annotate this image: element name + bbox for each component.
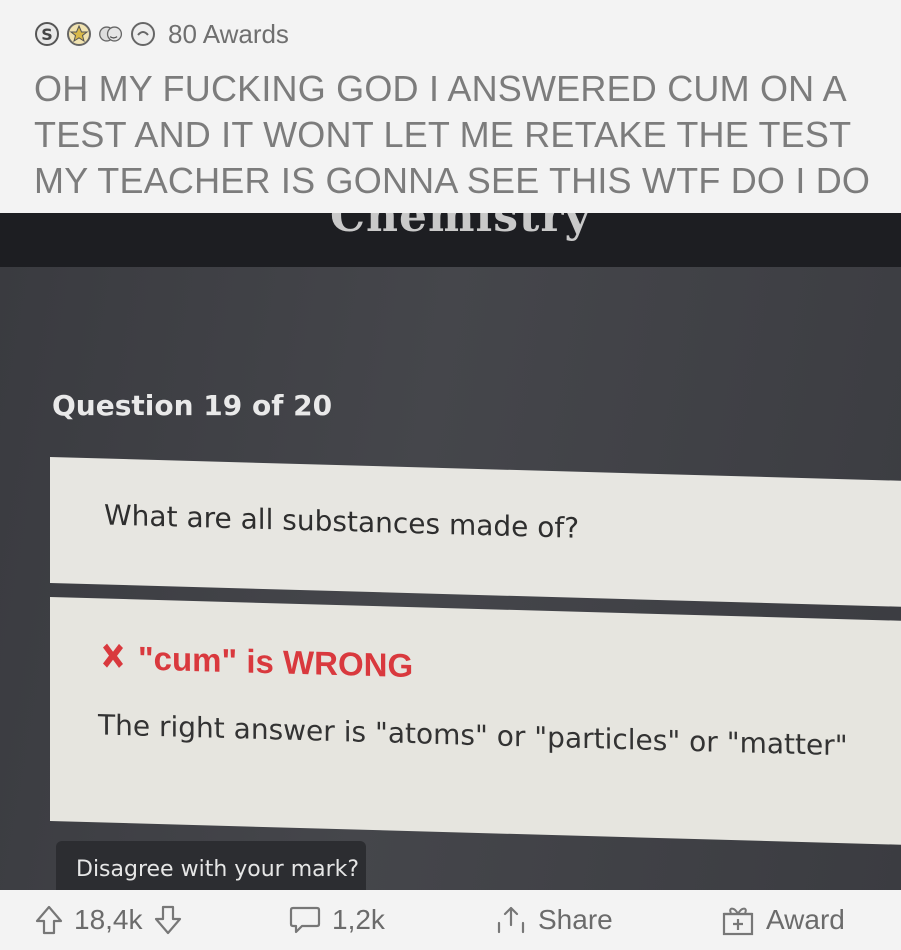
wholesome-award-icon	[98, 21, 124, 47]
question-card: What are all substances made of?	[50, 457, 901, 608]
award-button[interactable]: Award	[720, 900, 845, 940]
awards-count[interactable]: 80 Awards	[168, 19, 289, 50]
post-action-bar: 18,4k 1,2k Share Award	[0, 890, 901, 950]
share-button[interactable]: Share	[494, 900, 613, 940]
quiz-screen: Question 19 of 20 What are all substance…	[0, 267, 901, 890]
upvote-icon[interactable]	[34, 904, 64, 936]
wrong-answer-line: "cum" is WRONG	[98, 638, 413, 685]
post-image[interactable]: Chemistry Question 19 of 20 What are all…	[0, 213, 901, 890]
comment-icon	[288, 904, 322, 936]
downvote-icon[interactable]	[153, 904, 183, 936]
wrong-x-icon	[98, 640, 128, 676]
comment-count: 1,2k	[332, 904, 385, 935]
post-title[interactable]: OH MY FUCKING GOD I ANSWERED CUM ON A TE…	[34, 66, 874, 204]
right-answer-text: The right answer is "atoms" or "particle…	[98, 708, 848, 763]
question-text: What are all substances made of?	[104, 498, 580, 545]
vote-count: 18,4k	[74, 904, 143, 935]
silver-award-icon: S	[34, 21, 60, 47]
comments-button[interactable]: 1,2k	[288, 900, 385, 940]
vote-group: 18,4k	[34, 900, 183, 940]
answer-feedback-card: "cum" is WRONG The right answer is "atom…	[50, 597, 901, 846]
share-icon	[494, 903, 528, 937]
gift-icon	[720, 902, 756, 938]
wrong-answer-text: "cum" is WRONG	[138, 639, 414, 685]
helpful-award-icon	[130, 21, 156, 47]
disagree-button: Disagree with your mark?	[56, 841, 366, 890]
disagree-label: Disagree with your mark?	[76, 856, 360, 882]
share-label: Share	[538, 904, 613, 935]
award-label: Award	[766, 904, 845, 935]
question-number: Question 19 of 20	[52, 389, 333, 422]
svg-text:S: S	[41, 25, 53, 44]
gold-award-icon	[66, 21, 92, 47]
image-header-text: Chemistry	[330, 213, 592, 242]
awards-row: S 80 Awards	[34, 14, 289, 54]
